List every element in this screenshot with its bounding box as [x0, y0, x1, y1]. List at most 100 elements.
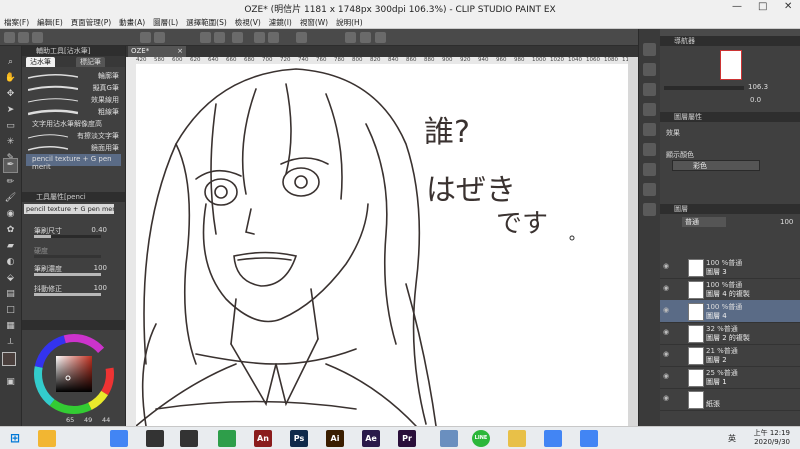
paint-app-taskbar-icon[interactable]	[440, 430, 458, 447]
maximize-button[interactable]: □	[758, 1, 767, 12]
menu-window[interactable]: 視窗(W)	[300, 17, 328, 28]
stabilization-value[interactable]: 100	[94, 284, 107, 292]
operation-tool-icon[interactable]: ➤	[4, 104, 17, 117]
menu-page[interactable]: 頁面管理(P)	[71, 17, 111, 28]
save-icon[interactable]	[32, 32, 43, 43]
start-button-icon[interactable]: ⊞	[6, 430, 24, 447]
layer-row[interactable]: ◉ 100 %普通 圖層 3	[660, 256, 800, 279]
menu-animation[interactable]: 動畫(A)	[119, 17, 145, 28]
brush-size-slider[interactable]	[34, 235, 101, 238]
brush-density-slider[interactable]	[34, 273, 101, 276]
airbrush-tool-icon[interactable]: ◉	[4, 208, 17, 221]
close-tab-icon[interactable]: ×	[177, 46, 183, 57]
material-icon[interactable]	[643, 103, 656, 116]
hand-tool-icon[interactable]: ✋	[4, 72, 17, 85]
grid-snap-icon[interactable]	[375, 32, 386, 43]
chrome-3-taskbar-icon[interactable]	[580, 430, 598, 447]
zoom-value[interactable]: 106.3	[748, 83, 768, 91]
drawing-canvas[interactable]: 誰? はぜき です	[136, 64, 628, 426]
brush-item[interactable]: 擬真G筆	[26, 82, 121, 94]
stabilization-slider[interactable]	[34, 293, 101, 296]
brush-item[interactable]: 粗線筆	[26, 106, 121, 118]
after-effects-taskbar-icon[interactable]: Ae	[362, 430, 380, 447]
layer-row[interactable]: ◉ 21 %普通 圖層 2	[660, 344, 800, 367]
brush-item-selected[interactable]: pencil texture + G pen merit	[26, 154, 121, 171]
vertical-scrollbar[interactable]	[628, 57, 638, 426]
tab-marker[interactable]: 標記筆	[76, 57, 105, 67]
sub-view-icon[interactable]	[643, 63, 656, 76]
minimize-button[interactable]: —	[732, 1, 742, 12]
visibility-eye-icon[interactable]: ◉	[663, 262, 673, 272]
special-ruler-snap-icon[interactable]	[360, 32, 371, 43]
move-tool-icon[interactable]: ✥	[4, 88, 17, 101]
clear-icon[interactable]	[268, 32, 279, 43]
animate-taskbar-icon[interactable]: An	[254, 430, 272, 447]
visibility-eye-icon[interactable]: ◉	[663, 350, 673, 360]
layer-row[interactable]: ◉ 紙張	[660, 388, 800, 411]
brush-item[interactable]: 文字用沾水筆解像度高	[26, 118, 121, 130]
hardness-slider[interactable]	[34, 255, 101, 258]
visibility-eye-icon[interactable]: ◉	[663, 372, 673, 382]
fill-tool-icon[interactable]: ⬙	[4, 272, 17, 285]
visibility-eye-icon[interactable]: ◉	[663, 284, 673, 294]
menu-layer[interactable]: 圖層(L)	[153, 17, 178, 28]
layer-search-icon[interactable]	[643, 143, 656, 156]
pencil-tool-icon[interactable]: ✏	[4, 176, 17, 189]
animation-icon[interactable]	[643, 163, 656, 176]
transform-icon[interactable]	[296, 32, 307, 43]
redo-icon[interactable]	[154, 32, 165, 43]
brush-density-row[interactable]: 筆刷濃度 100	[24, 262, 123, 278]
clip-studio-taskbar-icon[interactable]	[146, 430, 164, 447]
selection-tool-icon[interactable]: ▭	[4, 120, 17, 133]
hardness-row[interactable]: 硬度	[24, 244, 123, 260]
menu-view[interactable]: 檢視(V)	[235, 17, 261, 28]
visibility-eye-icon[interactable]: ◉	[663, 394, 673, 404]
history-icon[interactable]	[643, 123, 656, 136]
blend-tool-icon[interactable]: ◐	[4, 256, 17, 269]
ime-indicator[interactable]: 英	[728, 433, 736, 444]
menu-select[interactable]: 選擇範圍(S)	[186, 17, 227, 28]
zoom-slider[interactable]	[664, 86, 744, 90]
open-icon[interactable]	[18, 32, 29, 43]
invert-selection-icon[interactable]	[214, 32, 225, 43]
ruler-tool-icon[interactable]: ⟂	[4, 336, 17, 349]
map-app-taskbar-icon[interactable]	[218, 430, 236, 447]
zoom-tool-icon[interactable]: ⌕	[4, 56, 17, 69]
ruler-snap-icon[interactable]	[345, 32, 356, 43]
magic-wand-icon[interactable]: ✳	[4, 136, 17, 149]
layer-row-selected[interactable]: ◉ 100 %普通 圖層 4	[660, 300, 800, 323]
new-icon[interactable]	[4, 32, 15, 43]
document-tab[interactable]: OZE* ×	[128, 46, 186, 57]
rotation-value[interactable]: 0.0	[750, 96, 761, 104]
decoration-tool-icon[interactable]: ✿	[4, 224, 17, 237]
illustrator-taskbar-icon[interactable]: Ai	[326, 430, 344, 447]
select-all-icon[interactable]	[232, 32, 243, 43]
layer-row[interactable]: ◉ 25 %普通 圖層 1	[660, 366, 800, 389]
deselect-icon[interactable]	[200, 32, 211, 43]
pen-tool-icon[interactable]: ✒	[3, 158, 18, 173]
brush-tool-icon[interactable]: 🖌	[4, 192, 17, 205]
item-bank-icon[interactable]	[643, 203, 656, 216]
fill-icon[interactable]	[254, 32, 265, 43]
close-button[interactable]: ✕	[784, 1, 792, 12]
brush-density-value[interactable]: 100	[94, 264, 107, 272]
visibility-eye-icon[interactable]: ◉	[663, 306, 673, 316]
visibility-eye-icon[interactable]: ◉	[663, 328, 673, 338]
layer-row[interactable]: ◉ 100 %普通 圖層 4 的複製	[660, 278, 800, 301]
brush-size-value[interactable]: 0.40	[91, 226, 107, 234]
menu-filter[interactable]: 濾鏡(I)	[269, 17, 292, 28]
frame-tool-icon[interactable]: ▦	[4, 320, 17, 333]
folder-taskbar-icon[interactable]	[508, 430, 526, 447]
color-mode-icon[interactable]: ▣	[4, 376, 17, 389]
menu-edit[interactable]: 編輯(E)	[37, 17, 63, 28]
color-wheel[interactable]	[32, 332, 116, 416]
main-color-swatch[interactable]	[2, 352, 16, 366]
file-explorer-taskbar-icon[interactable]	[38, 430, 56, 447]
blend-mode-select[interactable]: 普通	[682, 217, 726, 227]
display-color-select[interactable]: 彩色	[672, 160, 760, 171]
eraser-tool-icon[interactable]: ▰	[4, 240, 17, 253]
brush-item[interactable]: 效果線用	[26, 94, 121, 106]
photoshop-taskbar-icon[interactable]: Ps	[290, 430, 308, 447]
figure-tool-icon[interactable]: □	[4, 304, 17, 317]
menu-file[interactable]: 檔案(F)	[4, 17, 29, 28]
